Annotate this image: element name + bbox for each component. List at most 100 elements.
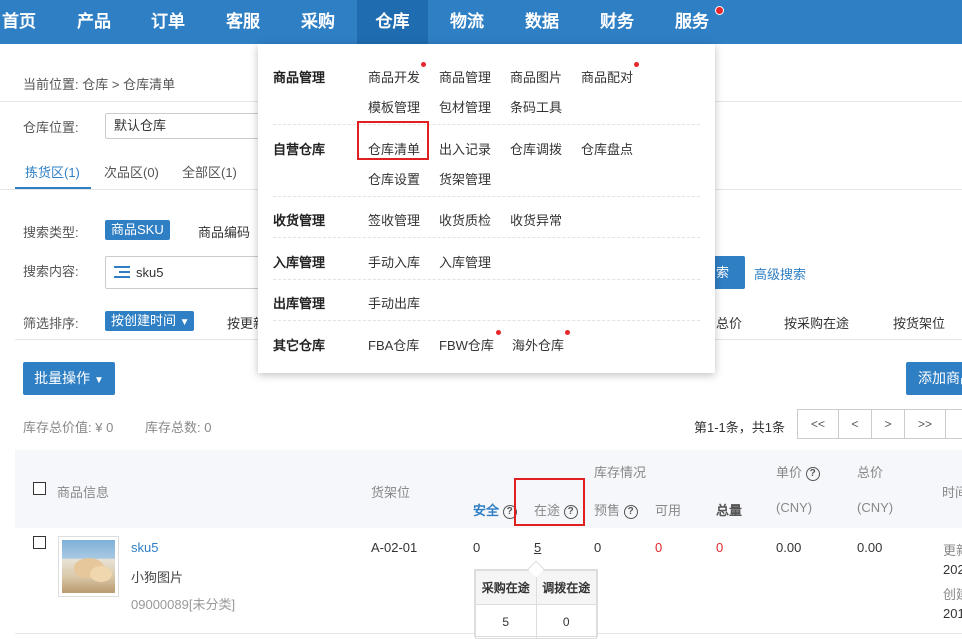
total-count: 库存总数: 0 [145,420,212,435]
search-input[interactable]: sku5 [105,256,265,289]
row-total-price: 0.00 [857,540,883,555]
pager-first[interactable]: << [797,409,839,439]
new-dot [496,330,501,335]
row-presale: 0 [594,540,602,555]
menu-item-product-manage[interactable]: 商品管理 [439,67,491,86]
nav-logistics[interactable]: 物流 [449,0,485,44]
menu-item-receive-exception[interactable]: 收货异常 [510,210,562,229]
th-presale: 预售 ? [594,500,638,519]
pager-extra[interactable] [945,409,962,439]
breadcrumb: 当前位置: 仓库 > 仓库清单 [23,74,175,93]
nav-purchase[interactable]: 采购 [300,0,336,44]
highlight-box-transit [514,478,585,526]
search-type-label: 搜索类型: [23,225,79,240]
th-available: 可用 [655,503,682,518]
new-dot [565,330,570,335]
warehouse-select[interactable]: 默认仓库 [105,113,265,139]
row-time-updated: 202 [943,562,962,577]
product-sku-link[interactable]: sku5 [131,540,158,555]
menu-item-product-images[interactable]: 商品图片 [510,67,562,86]
nav-data[interactable]: 数据 [524,0,560,44]
search-type-sku[interactable]: 商品SKU [105,220,170,240]
menu-item-manual-inbound[interactable]: 手动入库 [368,252,420,271]
row-total: 0 [716,540,724,555]
total-value: 库存总价值: ¥ 0 [23,420,114,435]
row-shelf: A-02-01 [371,540,418,555]
menu-divider [273,279,700,280]
row-time-label-updated: 更新 [943,543,962,558]
menu-item-sign-manage[interactable]: 签收管理 [368,210,420,229]
popup-value-purchase: 5 [475,604,537,639]
menu-group-outbound: 出库管理 [273,296,326,311]
sort-by-total[interactable]: 总价 [716,313,742,332]
select-all-checkbox[interactable] [33,482,46,495]
menu-item-overseas[interactable]: 海外仓库 [512,335,564,354]
th-total: 总量 [716,503,743,518]
menu-group-receiving: 收货管理 [273,213,326,228]
nav-warehouse[interactable]: 仓库 [357,0,428,44]
th-total-price-unit: (CNY) [857,500,894,515]
menu-item-barcode[interactable]: 条码工具 [510,97,562,116]
help-icon[interactable]: ? [805,466,820,481]
menu-item-template[interactable]: 模板管理 [368,97,420,116]
nav-services[interactable]: 服务 [674,0,710,44]
search-type-code[interactable]: 商品编码 [198,222,250,241]
product-thumbnail[interactable] [58,536,119,597]
menu-item-packaging[interactable]: 包材管理 [439,97,491,116]
th-price-label: 单价 [776,465,803,480]
breadcrumb-path: 仓库 > 仓库清单 [82,77,176,92]
pager-next[interactable]: > [871,409,905,439]
popup-header-purchase: 采购在途 [475,570,537,605]
new-dot [421,62,426,67]
th-shelf: 货架位 [371,485,411,500]
sort-label: 筛选排序: [23,316,79,331]
menu-item-quality-check[interactable]: 收货质检 [439,210,491,229]
row-price: 0.00 [776,540,802,555]
batch-operations-button[interactable]: 批量操作 ▼ [23,362,115,395]
pager-last[interactable]: >> [904,409,946,439]
menu-group-product: 商品管理 [273,70,326,85]
tab-picking[interactable]: 拣货区(1) [25,162,80,181]
menu-item-shelf-manage[interactable]: 货架管理 [439,169,491,188]
caret-down-icon: ▼ [93,375,104,386]
row-time-created: 201 [943,606,962,621]
popup-value-transfer: 0 [535,604,597,639]
menu-item-stocktake[interactable]: 仓库盘点 [581,139,633,158]
menu-divider [273,196,700,197]
th-stock: 库存情况 [594,465,647,480]
th-product: 商品信息 [57,485,110,500]
sort-by-created[interactable]: 按创建时间 ▼ [105,311,194,331]
nav-service[interactable]: 客服 [225,0,261,44]
nav-products[interactable]: 产品 [76,0,112,44]
sort-by-transit[interactable]: 按采购在途 [784,313,849,332]
th-price: 单价 ? [776,462,820,481]
menu-item-transfer[interactable]: 仓库调拨 [510,139,562,158]
tab-all[interactable]: 全部区(1) [182,162,237,181]
pager-prev[interactable]: < [838,409,872,439]
sort-by-shelf[interactable]: 按货架位 [893,313,945,332]
menu-item-manual-outbound[interactable]: 手动出库 [368,293,420,312]
warehouse-dropdown-menu: 商品管理 商品开发 商品管理 商品图片 商品配对 模板管理 包材管理 条码工具 … [258,44,715,373]
nav-orders[interactable]: 订单 [150,0,186,44]
menu-item-warehouse-settings[interactable]: 仓库设置 [368,169,420,188]
row-transit[interactable]: 5 [534,540,541,555]
menu-item-fbw[interactable]: FBW仓库 [439,335,494,354]
help-icon[interactable]: ? [623,504,638,519]
th-price-unit: (CNY) [776,500,813,515]
notification-dot [715,6,724,15]
menu-item-inbound-manage[interactable]: 入库管理 [439,252,491,271]
menu-item-fba[interactable]: FBA仓库 [368,335,419,354]
row-checkbox[interactable] [33,536,46,549]
menu-group-other-warehouse: 其它仓库 [273,338,326,353]
nav-home[interactable]: 首页 [0,0,38,44]
menu-item-product-pairing[interactable]: 商品配对 [581,67,633,86]
menu-item-io-records[interactable]: 出入记录 [439,139,491,158]
menu-item-product-dev[interactable]: 商品开发 [368,67,420,86]
th-presale-label: 预售 [594,503,621,518]
add-product-button[interactable]: 添加商品 [906,362,962,395]
search-input-value: sku5 [136,265,164,280]
popup-header-transfer: 调拨在途 [535,570,597,605]
advanced-search-link[interactable]: 高级搜索 [754,264,806,283]
tab-defective[interactable]: 次品区(0) [104,162,159,181]
nav-finance[interactable]: 财务 [599,0,635,44]
